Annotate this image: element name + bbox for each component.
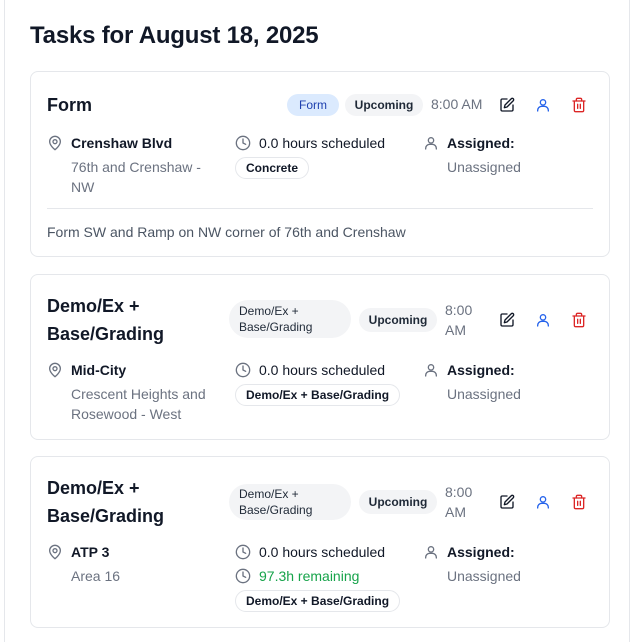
map-pin-icon <box>47 135 63 151</box>
category-tag: Concrete <box>235 157 310 179</box>
task-time: 8:00 AM <box>431 96 483 112</box>
task-type-badge: Demo/Ex + Base/Grading <box>229 300 351 338</box>
assign-user-icon[interactable] <box>533 492 553 512</box>
category-tag: Demo/Ex + Base/Grading <box>235 384 401 406</box>
task-time: 8:00 AM <box>445 484 473 520</box>
status-badge: Upcoming <box>345 94 423 116</box>
category-tag: Demo/Ex + Base/Grading <box>235 590 401 612</box>
page-title: Tasks for August 18, 2025 <box>30 22 319 49</box>
task-card: Demo/Ex + Base/Grading Demo/Ex + Base/Gr… <box>30 456 610 628</box>
task-type-badge: Demo/Ex + Base/Grading <box>229 484 351 520</box>
hours-scheduled: 0.0 hours scheduled <box>259 544 386 560</box>
user-icon <box>423 544 439 560</box>
assigned-value: Unassigned <box>447 568 521 584</box>
location-detail: 76th and Crenshaw - NW <box>71 159 201 195</box>
location-name: Mid-City <box>71 362 127 378</box>
delete-icon[interactable] <box>569 492 589 512</box>
edit-icon[interactable] <box>497 310 517 330</box>
map-pin-icon <box>47 544 63 560</box>
user-icon <box>423 135 439 151</box>
delete-icon[interactable] <box>569 95 589 115</box>
delete-icon[interactable] <box>569 310 589 330</box>
assign-user-icon[interactable] <box>533 310 553 330</box>
location-name: Crenshaw Blvd <box>71 135 173 151</box>
clock-icon <box>235 568 251 584</box>
edit-icon[interactable] <box>497 95 517 115</box>
divider <box>47 208 593 209</box>
user-icon <box>423 362 439 378</box>
hours-scheduled: 0.0 hours scheduled <box>259 362 386 378</box>
task-note: Form SW and Ramp on NW corner of 76th an… <box>47 224 406 240</box>
clock-icon <box>235 544 251 560</box>
task-type-badge: Form <box>287 94 339 116</box>
assigned-label: Assigned: <box>447 544 515 560</box>
edit-icon[interactable] <box>497 492 517 512</box>
task-card: Demo/Ex + Base/Grading Demo/Ex + Base/Gr… <box>30 274 610 440</box>
task-title: Demo/Ex + Base/Grading <box>47 296 165 344</box>
clock-icon <box>235 135 251 151</box>
hours-scheduled: 0.0 hours scheduled <box>259 135 386 151</box>
map-pin-icon <box>47 362 63 378</box>
task-card: Form Form Upcoming 8:00 AM Crenshaw Blvd… <box>30 71 610 257</box>
task-title: Form <box>47 95 92 115</box>
assigned-value: Unassigned <box>447 386 521 402</box>
assigned-label: Assigned: <box>447 135 515 151</box>
location-name: ATP 3 <box>71 544 110 560</box>
status-badge: Upcoming <box>359 490 437 514</box>
status-badge: Upcoming <box>359 308 437 332</box>
hours-remaining: 97.3h remaining <box>259 568 360 584</box>
task-title: Demo/Ex + Base/Grading <box>47 478 165 526</box>
clock-icon <box>235 362 251 378</box>
task-time: 8:00 AM <box>445 302 473 338</box>
assigned-label: Assigned: <box>447 362 515 378</box>
assign-user-icon[interactable] <box>533 95 553 115</box>
location-detail: Area 16 <box>71 568 121 584</box>
assigned-value: Unassigned <box>447 159 521 175</box>
location-detail: Crescent Heights and Rosewood - West <box>71 386 206 422</box>
